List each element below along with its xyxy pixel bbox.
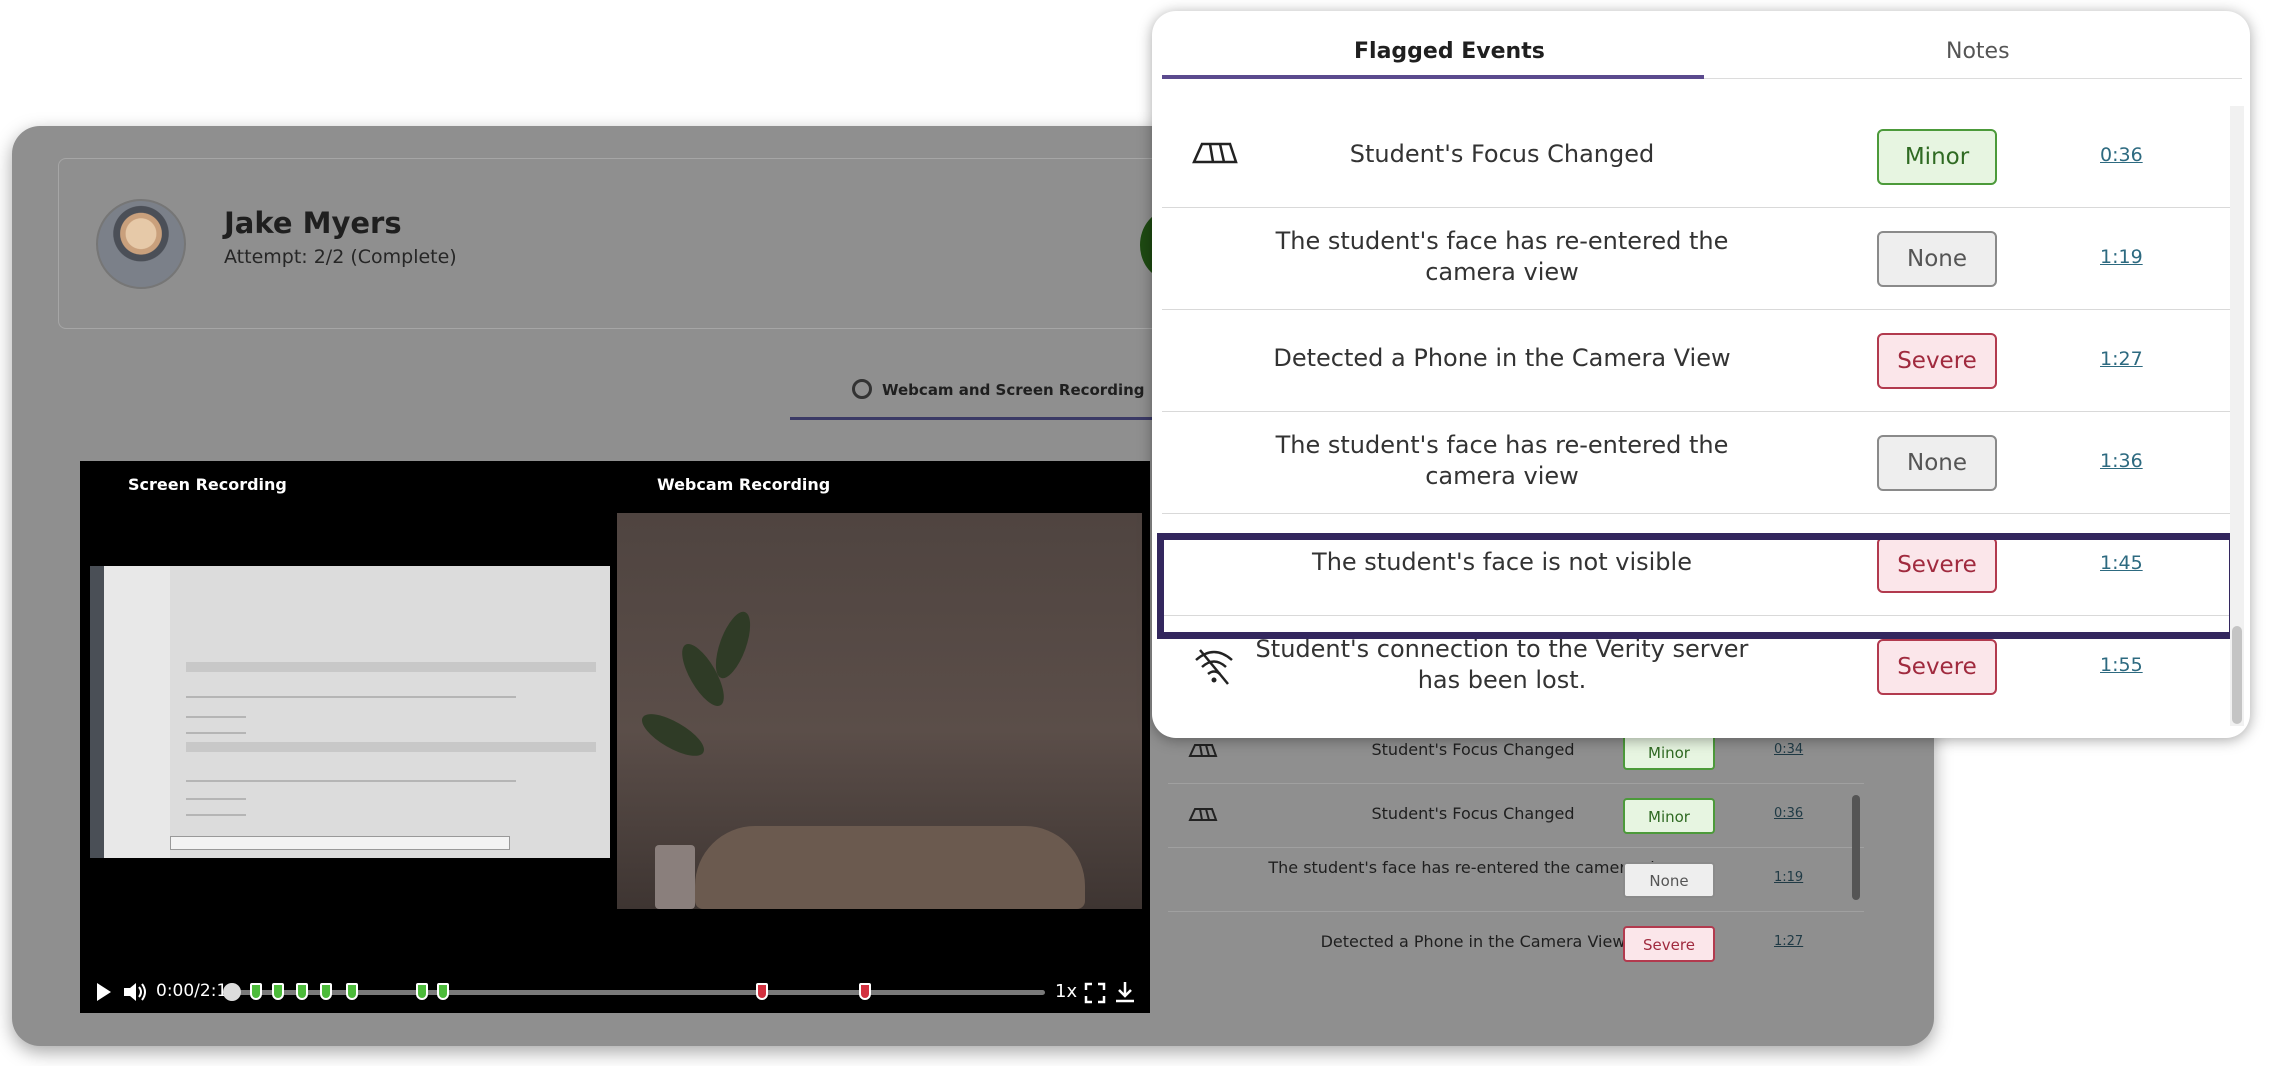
highlight-box xyxy=(1157,533,2236,639)
play-button[interactable] xyxy=(95,981,113,1007)
volume-button[interactable] xyxy=(122,980,148,1008)
flag-marker-minor[interactable] xyxy=(296,983,308,1000)
list-item: Detected a Phone in the Camera View Seve… xyxy=(1168,912,1864,976)
question-header xyxy=(186,662,596,672)
download-icon xyxy=(1116,982,1134,1003)
focus-change-icon xyxy=(1188,806,1218,828)
answer-option xyxy=(186,716,246,718)
attempt-status: Attempt: 2/2 (Complete) xyxy=(224,246,457,268)
flagged-events-popup: Flagged Events Notes Student's Focus Cha… xyxy=(1152,11,2250,738)
severity-badge: None xyxy=(1877,231,1997,287)
flag-marker-minor[interactable] xyxy=(437,983,449,1000)
active-tab-underline xyxy=(1162,75,1704,79)
severity-badge: None xyxy=(1877,435,1997,491)
event-text: The student's face has re-entered the ca… xyxy=(1275,431,1729,490)
answer-option xyxy=(186,732,246,734)
question-text xyxy=(186,696,516,698)
flag-marker-minor[interactable] xyxy=(346,983,358,1000)
fullscreen-icon xyxy=(1084,982,1106,1004)
list-item: Detected a Phone in the Camera View Seve… xyxy=(1162,310,2230,412)
record-icon xyxy=(852,379,872,399)
submit-bar xyxy=(170,836,510,850)
lms-nav-bar xyxy=(90,566,104,858)
tab-underline xyxy=(790,417,1160,420)
severity-badge: Severe xyxy=(1877,639,1997,695)
flag-marker-minor[interactable] xyxy=(320,983,332,1000)
severity-badge: Minor xyxy=(1877,129,1997,185)
flag-marker-minor[interactable] xyxy=(272,983,284,1000)
stage: Jake Myers Attempt: 2/2 (Complete) Webca… xyxy=(0,0,2270,1066)
screen-recording-label: Screen Recording xyxy=(128,475,287,494)
event-time-link[interactable]: 1:19 xyxy=(1774,870,1803,885)
student-name: Jake Myers xyxy=(224,206,402,240)
background-scrollbar[interactable] xyxy=(1852,795,1860,900)
focus-change-icon xyxy=(1188,742,1218,764)
play-icon xyxy=(97,983,111,1001)
progress-knob[interactable] xyxy=(223,983,241,1001)
scrollbar-thumb[interactable] xyxy=(2232,626,2242,724)
focus-change-icon xyxy=(1192,140,1238,170)
answer-option xyxy=(186,814,246,816)
screen-recording-video xyxy=(90,566,610,858)
severity-badge: Severe xyxy=(1877,333,1997,389)
volume-icon xyxy=(124,983,146,1001)
event-time-link[interactable]: 1:27 xyxy=(2100,348,2143,370)
fullscreen-button[interactable] xyxy=(1084,982,1106,1008)
event-time-link[interactable]: 0:36 xyxy=(2100,144,2143,166)
pillow xyxy=(695,826,1085,909)
list-item: The student's face has re-entered the ca… xyxy=(1162,208,2230,310)
list-item: The student's face has re-entered the ca… xyxy=(1162,412,2230,514)
event-time-link[interactable]: 1:55 xyxy=(2100,654,2143,676)
no-wifi-icon xyxy=(1192,646,1236,690)
list-item: Student's Focus Changed Minor 0:36 xyxy=(1168,784,1864,848)
background-events-list: Student's Focus Changed Minor 0:34 Stude… xyxy=(1168,720,1864,1014)
event-time-link[interactable]: 1:36 xyxy=(2100,450,2143,472)
student-card xyxy=(58,158,1278,329)
event-time-link[interactable]: 1:27 xyxy=(1774,934,1803,949)
webcam-recording-label: Webcam Recording xyxy=(657,475,831,494)
event-text: Student's connection to the Verity serve… xyxy=(1255,635,1749,694)
lms-sidebar xyxy=(104,566,170,858)
severity-badge: Minor xyxy=(1623,798,1715,834)
severity-badge: Minor xyxy=(1623,734,1715,770)
list-item: The student's face has re-entered the ca… xyxy=(1168,848,1864,912)
answer-option xyxy=(186,798,246,800)
event-text: Student's Focus Changed xyxy=(1349,140,1655,168)
download-button[interactable] xyxy=(1114,980,1136,1008)
flag-marker-severe[interactable] xyxy=(756,983,768,1000)
avatar xyxy=(96,199,186,289)
severity-badge: None xyxy=(1623,862,1715,898)
question-text xyxy=(186,780,516,782)
question-header xyxy=(186,742,596,752)
flag-marker-minor[interactable] xyxy=(416,983,428,1000)
flag-marker-severe[interactable] xyxy=(859,983,871,1000)
speed-button[interactable]: 1x xyxy=(1055,981,1077,1002)
event-time-link[interactable]: 0:36 xyxy=(1774,806,1803,821)
event-time-link[interactable]: 1:19 xyxy=(2100,246,2143,268)
event-text: The student's face has re-entered the ca… xyxy=(1275,227,1729,286)
event-time-link[interactable]: 0:34 xyxy=(1774,742,1803,757)
tab-flagged-events[interactable]: Flagged Events xyxy=(1354,39,1545,64)
tab-label: Webcam and Screen Recording xyxy=(882,381,1145,399)
severity-badge: Severe xyxy=(1623,926,1715,962)
event-text: Detected a Phone in the Camera View xyxy=(1273,344,1731,372)
flag-marker-minor[interactable] xyxy=(250,983,262,1000)
plant-pot xyxy=(655,845,695,909)
list-item: Student's Focus Changed Minor 0:36 xyxy=(1162,106,2230,208)
tab-notes[interactable]: Notes xyxy=(1946,39,2010,64)
